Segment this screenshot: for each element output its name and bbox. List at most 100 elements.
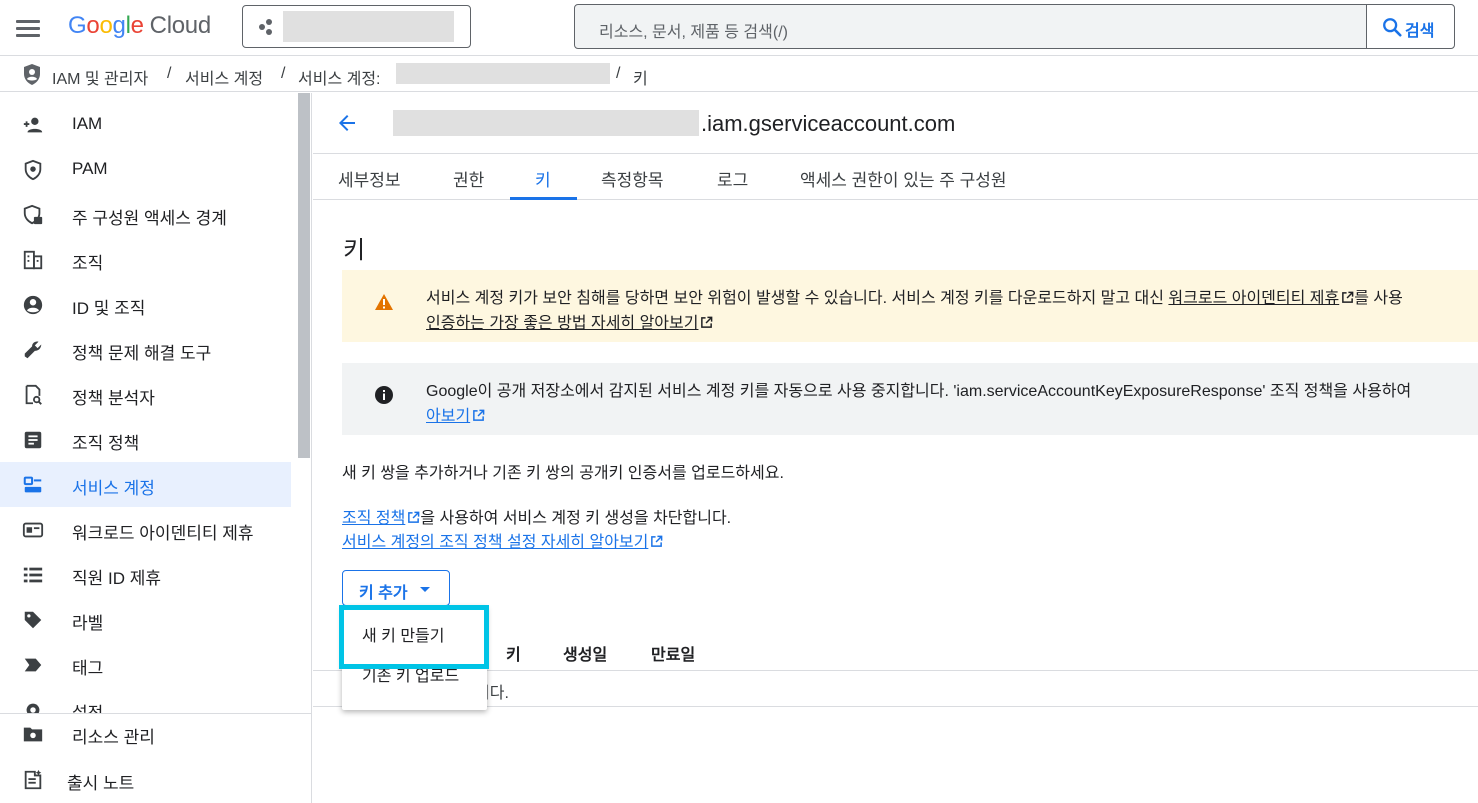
id-card-icon (22, 522, 44, 538)
logo-letter: o (86, 12, 100, 39)
tab-principals-with-access[interactable]: 액세스 권한이 있는 주 구성원 (800, 166, 1007, 191)
list-icon (23, 567, 43, 583)
tab-details[interactable]: 세부정보 (338, 166, 401, 191)
sidebar-item-release-notes[interactable]: 출시 노트 (0, 757, 311, 802)
external-link-icon (408, 511, 420, 523)
account-circle-icon (23, 295, 43, 315)
iam-shield-icon (24, 64, 40, 85)
warning-text-suffix: 를 사용 (1354, 290, 1403, 307)
keys-table-empty-row: 니다. (313, 671, 1478, 707)
breadcrumb-service-accounts[interactable]: 서비스 계정 (185, 65, 263, 89)
tab-bar: 세부정보 권한 키 측정항목 로그 액세스 권한이 있는 주 구성원 (313, 153, 1478, 200)
main-menu-icon[interactable] (14, 14, 42, 42)
back-arrow-icon[interactable] (335, 111, 359, 135)
service-account-email: .iam.gserviceaccount.com (701, 111, 956, 136)
info-learn-more-link[interactable]: 아보기 (426, 408, 470, 425)
add-key-button[interactable]: 키 추가 (342, 570, 450, 606)
policy-search-icon (25, 384, 42, 405)
service-account-icon (23, 476, 42, 493)
warning-banner: 서비스 계정 키가 보안 침해를 당하면 보안 위험이 발생할 수 있습니다. … (342, 270, 1478, 342)
sidebar-item-workload-identity-federation[interactable]: 워크로드 아이덴티티 제휴 (0, 507, 291, 552)
sidebar-item-label: 조직 정책 (72, 434, 140, 453)
sidebar-item-label: 라벨 (72, 614, 104, 633)
search-button[interactable]: 검색 (1366, 5, 1454, 48)
org-policy-line: 조직 정책 을 사용하여 서비스 계정 키 생성을 차단합니다. (342, 504, 731, 528)
project-icon (259, 19, 277, 35)
tag-chevron-icon (24, 658, 42, 672)
column-key[interactable]: 키 (506, 641, 521, 665)
service-account-org-policy-learn-more-link[interactable]: 서비스 계정의 조직 정책 설정 자세히 알아보기 (342, 534, 648, 551)
column-expires[interactable]: 만료일 (651, 641, 695, 665)
warning-line-2: 인증하는 가장 좋은 방법 자세히 알아보기 (426, 309, 713, 333)
sidebar-item-tags[interactable]: 태그 (0, 642, 291, 687)
warning-text: 서비스 계정 키가 보안 침해를 당하면 보안 위험이 발생할 수 있습니다. … (426, 290, 1169, 307)
sidebar-item-pam[interactable]: PAM (0, 147, 291, 192)
tab-metrics[interactable]: 측정항목 (601, 166, 664, 191)
tab-logs[interactable]: 로그 (717, 166, 748, 191)
sidebar-item-label: 워크로드 아이덴티티 제휴 (72, 524, 254, 543)
column-created[interactable]: 생성일 (563, 641, 607, 665)
logo-letter: o (99, 12, 113, 39)
sidebar-item-label: 정책 문제 해결 도구 (72, 344, 212, 363)
folder-gear-icon (23, 727, 43, 742)
main-content: .iam.gserviceaccount.com 세부정보 권한 키 측정항목 … (313, 93, 1478, 803)
info-line-2: 아보기 (426, 402, 485, 426)
tab-keys[interactable]: 키 (535, 166, 551, 191)
search-input[interactable]: 리소스, 문서, 제품 등 검색(/) (599, 18, 788, 42)
sidebar-item-labels[interactable]: 라벨 (0, 597, 291, 642)
project-name-redacted (283, 11, 454, 42)
breadcrumb-service-account[interactable]: 서비스 계정: (298, 65, 381, 89)
google-cloud-logo[interactable]: Google Cloud (68, 12, 211, 40)
dropdown-caret-icon (420, 587, 430, 592)
org-policy-link[interactable]: 조직 정책 (342, 510, 405, 527)
sidebar-item-identity-org[interactable]: ID 및 조직 (0, 282, 291, 327)
learn-more-line: 서비스 계정의 조직 정책 설정 자세히 알아보기 (342, 528, 663, 552)
workload-identity-federation-link[interactable]: 워크로드 아이덴티티 제휴 (1168, 290, 1339, 307)
sidebar-item-label: 서비스 계정 (72, 479, 155, 498)
sidebar-item-label: 정책 분석자 (72, 389, 155, 408)
sidebar-item-label: 태그 (72, 659, 104, 678)
sidebar-item-label: 주 구성원 액세스 경계 (72, 209, 227, 228)
breadcrumb-separator: / (167, 65, 172, 82)
search-icon (1383, 18, 1402, 37)
add-key-button-label: 키 추가 (359, 585, 408, 602)
info-line-1: Google이 공개 저장소에서 감지된 서비스 계정 키를 자동으로 사용 중… (426, 383, 1412, 400)
external-link-icon (473, 409, 485, 421)
org-policy-text: 을 사용하여 서비스 계정 키 생성을 차단합니다. (420, 510, 732, 527)
top-bar: Google Cloud 리소스, 문서, 제품 등 검색(/) 검색 (0, 0, 1478, 56)
sidebar-item-principal-access-boundary[interactable]: 주 구성원 액세스 경계 (0, 192, 291, 237)
sidebar-item-org-policies[interactable]: 조직 정책 (0, 417, 291, 462)
sidebar-item-workforce-identity-federation[interactable]: 직원 ID 제휴 (0, 552, 291, 597)
sidebar-item-label: IAM (72, 114, 103, 133)
sidebar-item-policy-troubleshooter[interactable]: 정책 문제 해결 도구 (0, 327, 291, 372)
tab-permissions[interactable]: 권한 (453, 166, 484, 191)
project-picker[interactable] (242, 5, 471, 48)
sidebar: IAM PAM 주 구성원 액세스 경계 조직 ID 및 조직 정책 문제 해결… (0, 93, 312, 803)
sidebar-item-policy-analyzer[interactable]: 정책 분석자 (0, 372, 291, 417)
article-icon (24, 431, 42, 449)
search-bar[interactable]: 리소스, 문서, 제품 등 검색(/) 검색 (574, 4, 1455, 49)
sidebar-item-resource-manager[interactable]: 리소스 관리 (0, 711, 311, 756)
service-account-name-redacted (393, 110, 699, 136)
sidebar-item-label: 리소스 관리 (72, 728, 155, 747)
highlight-box (339, 605, 489, 669)
sidebar-item-label: 출시 노트 (67, 774, 135, 793)
sidebar-item-organizations[interactable]: 조직 (0, 237, 291, 282)
sidebar-item-iam[interactable]: IAM (0, 102, 291, 147)
auth-best-practices-link[interactable]: 인증하는 가장 좋은 방법 자세히 알아보기 (426, 315, 698, 332)
logo-letter: G (68, 12, 87, 39)
wrench-icon (24, 341, 42, 359)
sidebar-item-label: PAM (72, 159, 108, 178)
sidebar-item-service-accounts[interactable]: 서비스 계정 (0, 462, 291, 507)
search-button-label: 검색 (1405, 23, 1435, 40)
breadcrumb-separator: / (281, 65, 286, 82)
sidebar-item-settings[interactable]: 설정 (0, 687, 291, 713)
warning-icon (375, 294, 393, 310)
shield-icon (24, 159, 42, 181)
sidebar-item-label: ID 및 조직 (72, 299, 146, 318)
sidebar-item-label: 조직 (72, 254, 104, 273)
sidebar-scrollbar[interactable] (298, 93, 310, 458)
person-add-icon (23, 117, 43, 133)
breadcrumb-iam[interactable]: IAM 및 관리자 (52, 65, 148, 89)
release-notes-icon (24, 769, 42, 790)
